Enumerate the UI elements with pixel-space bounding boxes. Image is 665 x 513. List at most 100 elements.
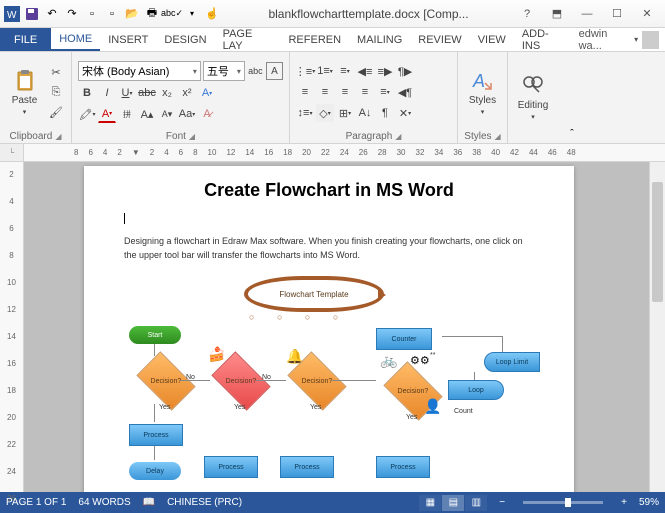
page-indicator[interactable]: PAGE 1 OF 1 — [6, 497, 66, 508]
save-icon[interactable] — [24, 6, 40, 22]
spellcheck-icon[interactable]: abc✓ — [164, 6, 180, 22]
gears-icon: ⚙⚙ — [410, 354, 430, 367]
sort-button[interactable]: A↓ — [356, 104, 374, 122]
font-size-select[interactable]: 五号▾ — [203, 61, 245, 81]
styles-button[interactable]: A Styles ▾ — [464, 54, 501, 130]
justify-button[interactable]: ≡ — [356, 83, 374, 101]
cut-button[interactable]: ✂ — [47, 63, 65, 81]
clear-format-button[interactable]: A̷ — [198, 105, 216, 123]
tab-page-layout[interactable]: PAGE LAY — [215, 28, 281, 51]
qat-icon[interactable]: ▫ — [84, 6, 100, 22]
format-painter-button[interactable]: 🖌 — [47, 103, 65, 121]
numbering-button[interactable]: 1≡▾ — [316, 62, 334, 80]
chevron-down-icon: ▾ — [481, 108, 485, 116]
ribbon-tabs: FILE HOME INSERT DESIGN PAGE LAY REFEREN… — [0, 28, 665, 52]
align-center-button[interactable]: ≡ — [316, 83, 334, 101]
touch-mode-icon[interactable]: ☝ — [204, 6, 220, 22]
borders-button[interactable]: ⊞▾ — [336, 104, 354, 122]
vertical-scrollbar[interactable] — [649, 162, 665, 492]
tab-insert[interactable]: INSERT — [100, 28, 156, 51]
bullets-button[interactable]: ⋮≡▾ — [296, 62, 314, 80]
superscript-button[interactable]: x² — [178, 84, 196, 102]
qat-more-icon[interactable]: ▾ — [184, 6, 200, 22]
zoom-slider[interactable] — [523, 501, 603, 504]
dialog-launcher-icon[interactable]: ◢ — [189, 132, 195, 141]
zoom-in-button[interactable]: + — [621, 497, 627, 508]
chevron-down-icon: ▾ — [23, 108, 27, 116]
highlight-button[interactable]: 🖍▾ — [78, 105, 96, 123]
redo-icon[interactable]: ↷ — [64, 6, 80, 22]
print-layout-button[interactable]: ▤ — [442, 495, 464, 511]
increase-indent-button[interactable]: ≡▶ — [376, 62, 394, 80]
paste-button[interactable]: Paste ▾ — [6, 54, 43, 130]
grow-font-button[interactable]: abc — [247, 62, 264, 80]
ruler-vertical[interactable]: 2468101214161820222426 — [0, 162, 24, 492]
font-family-select[interactable]: 宋体 (Body Asian)▾ — [78, 61, 201, 81]
distribute-button[interactable]: ≡▾ — [376, 83, 394, 101]
web-layout-button[interactable]: ▥ — [465, 495, 487, 511]
zoom-level[interactable]: 59% — [639, 497, 659, 508]
qat-icon[interactable]: ▫ — [104, 6, 120, 22]
tab-addins[interactable]: ADD-INS — [514, 28, 573, 51]
align-right-button[interactable]: ≡ — [336, 83, 354, 101]
group-clipboard: Paste ▾ ✂ ⎘ 🖌 Clipboard◢ — [0, 52, 72, 143]
bold-button[interactable]: B — [78, 84, 96, 102]
change-case-button[interactable]: Aa▾ — [178, 105, 196, 123]
snap-button[interactable]: ✕▾ — [396, 104, 414, 122]
user-account[interactable]: edwin wa... ▾ — [573, 28, 665, 51]
multilevel-button[interactable]: ≡▾ — [336, 62, 354, 80]
open-icon[interactable]: 📂 — [124, 6, 140, 22]
undo-icon[interactable]: ↶ — [44, 6, 60, 22]
zoom-out-button[interactable]: − — [499, 497, 505, 508]
char-border-button[interactable]: A — [266, 62, 283, 80]
show-marks-button[interactable]: ¶ — [376, 104, 394, 122]
help-icon[interactable]: ? — [513, 4, 541, 24]
decrease-indent-button[interactable]: ◀≡ — [356, 62, 374, 80]
subscript-button[interactable]: x₂ — [158, 84, 176, 102]
maximize-button[interactable]: ☐ — [603, 4, 631, 24]
word-icon: W — [4, 6, 20, 22]
document-canvas[interactable]: Create Flowchart in MS Word Designing a … — [24, 162, 665, 492]
underline-button[interactable]: U▾ — [118, 84, 136, 102]
ltr-button[interactable]: ¶▶ — [396, 62, 414, 80]
proofing-icon[interactable]: 📖 — [143, 497, 155, 508]
collapse-ribbon-button[interactable]: ˆ — [562, 52, 582, 143]
increase-font-button[interactable]: A▴ — [138, 105, 156, 123]
tab-design[interactable]: DESIGN — [156, 28, 214, 51]
align-left-button[interactable]: ≡ — [296, 83, 314, 101]
word-count[interactable]: 64 WORDS — [78, 497, 130, 508]
dialog-launcher-icon[interactable]: ◢ — [495, 132, 501, 141]
tab-review[interactable]: REVIEW — [410, 28, 469, 51]
dialog-launcher-icon[interactable]: ◢ — [55, 132, 61, 141]
editing-button[interactable]: Editing ▾ — [514, 54, 552, 141]
tab-file[interactable]: FILE — [0, 28, 51, 51]
italic-button[interactable]: I — [98, 84, 116, 102]
shading-button[interactable]: ◇▾ — [316, 104, 334, 122]
ribbon-options-icon[interactable]: ⬒ — [543, 4, 571, 24]
process-shape: Process — [376, 456, 430, 478]
dialog-launcher-icon[interactable]: ◢ — [395, 132, 401, 141]
print-preview-icon[interactable]: 🖶 — [144, 6, 160, 22]
font-color-button[interactable]: A▾ — [98, 105, 116, 123]
close-button[interactable]: ✕ — [633, 4, 661, 24]
read-mode-button[interactable]: ▦ — [419, 495, 441, 511]
page[interactable]: Create Flowchart in MS Word Designing a … — [84, 166, 574, 492]
decrease-font-button[interactable]: A▾ — [158, 105, 176, 123]
scrollbar-thumb[interactable] — [652, 182, 663, 302]
line-spacing-button[interactable]: ↕≡▾ — [296, 104, 314, 122]
strikethrough-button[interactable]: abc — [138, 84, 156, 102]
ruler-horizontal[interactable]: 8642 ▼ 246810121416182022242628303234363… — [24, 144, 665, 161]
tab-view[interactable]: VIEW — [470, 28, 514, 51]
minimize-button[interactable]: ― — [573, 4, 601, 24]
tab-home[interactable]: HOME — [51, 28, 100, 51]
text-effects-button[interactable]: A▾ — [198, 84, 216, 102]
cake-icon: 🍰 — [208, 346, 225, 363]
phonetic-button[interactable]: 拼 — [118, 105, 136, 123]
copy-button[interactable]: ⎘ — [47, 83, 65, 101]
tab-references[interactable]: REFEREN — [280, 28, 349, 51]
tab-mailings[interactable]: MAILING — [349, 28, 410, 51]
language-indicator[interactable]: CHINESE (PRC) — [167, 497, 242, 508]
window-controls: ? ⬒ ― ☐ ✕ — [513, 4, 665, 24]
rtl-button[interactable]: ◀¶ — [396, 83, 414, 101]
flowchart-image: Flowchart Template ○ ○ ○ ○ Start Decisio… — [124, 276, 534, 476]
